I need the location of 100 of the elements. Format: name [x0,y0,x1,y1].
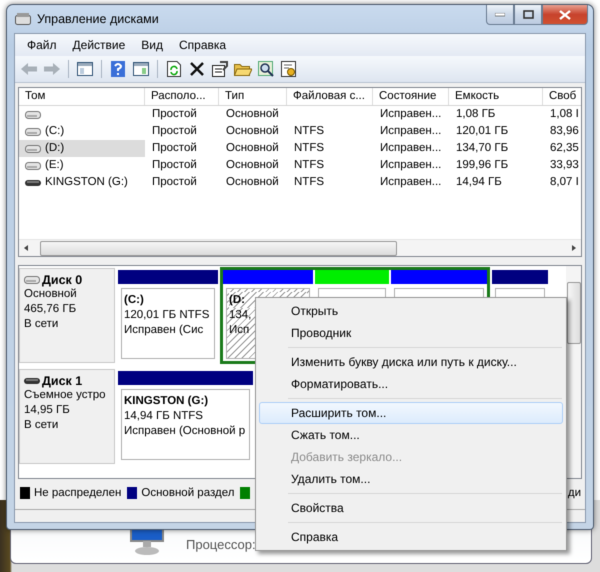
drive-icon [24,275,40,285]
processor-label: Процессор: [186,537,256,552]
table-cell-text: 14,94 ГБ [455,175,503,190]
table-cell-text: Простой [151,124,198,139]
table-cell-text: Простой [151,175,198,190]
legend-label: Основной раздел [141,487,234,499]
table-cell-text: Исправен... [379,124,442,139]
drive-icon [25,160,41,170]
menu-item[interactable]: Файл [19,38,65,52]
disk-info-panel[interactable]: Диск 0 Основной 465,76 ГБ В сети [19,268,115,363]
column-header[interactable]: Емкость [449,88,543,105]
folder-icon[interactable] [234,62,252,76]
settings-icon[interactable] [281,61,297,77]
context-menu-item[interactable]: Справка [259,526,563,548]
context-menu-item[interactable]: Проводник [259,322,563,344]
disk-name: Диск 1 [24,374,110,388]
table-cell-text: NTFS [293,141,326,156]
context-menu-item[interactable]: Удалить том... [259,468,563,490]
table-cell-text: (E:) [44,158,65,173]
column-header[interactable]: Состояние [373,88,449,105]
minimize-icon [495,12,505,16]
table-cell-text: NTFS [293,158,326,173]
drive-icon [25,126,41,136]
disk-info: Съемное устро [24,388,107,403]
menu-item[interactable]: Действие [64,38,134,52]
properties-icon[interactable] [212,61,228,77]
delete-icon[interactable] [190,62,204,76]
menu-item[interactable]: Вид [133,38,171,52]
column-header[interactable]: Тип [219,88,287,105]
table-cell-text: Простой [151,107,198,122]
maximize-icon [522,10,534,19]
table-cell-text: 8,07 I [549,175,580,190]
partition-info: 120,01 ГБ NTFS [124,308,210,323]
partition-info: Исправен (Основной р [124,424,246,439]
maximize-button[interactable] [514,5,542,25]
table-cell-text: Основной [225,141,280,156]
table-cell-text: NTFS [293,124,326,139]
close-icon [559,10,571,20]
context-menu-item[interactable]: Сжать том... [259,424,563,446]
menu-item[interactable]: Справка [171,38,234,52]
table-cell-text: Исправен... [379,158,442,173]
context-menu-item[interactable]: Свойства [259,497,563,519]
table-cell-text: 62,35 [549,141,580,156]
column-header[interactable]: Том [19,88,145,105]
table-cell-text: Основной [225,124,280,139]
table-cell-text: NTFS [293,175,326,190]
panel-icon[interactable] [77,62,93,76]
table-cell-text: Исправен... [379,175,442,190]
column-header[interactable]: Своб [543,88,581,105]
table-cell-text: KINGSTON (G:) [44,175,129,190]
minimize-button[interactable] [486,5,514,25]
drive-icon [25,144,41,154]
drive-icon [25,110,41,120]
partition-info: Исправен (Сис [124,323,204,338]
table-cell-text: 33,93 [549,158,580,173]
panel-icon[interactable] [133,62,149,76]
disk-info-panel[interactable]: Диск 1 Съемное устро 14,95 ГБ В сети [19,369,115,464]
partition-box[interactable]: KINGSTON (G:) 14,94 ГБ NTFS Исправен (Основной р [121,389,250,460]
legend-label: Не распределен [34,487,122,499]
table-cell-text: 134,70 ГБ [455,141,510,156]
table-cell-text: 1,08 ГБ [455,107,496,122]
vertical-scrollbar[interactable] [566,266,581,478]
context-menu-item[interactable]: Изменить букву диска или путь к диску... [259,351,563,373]
disk-info: 465,76 ГБ [24,302,78,317]
table-cell-text: Основной [225,158,280,173]
disk-info: В сети [24,317,60,332]
disk-management-icon [15,12,31,26]
disk-info: 14,95 ГБ [24,403,71,418]
disk-info: Основной [24,287,78,302]
table-cell-text: Исправен... [379,107,442,122]
legend-label: ди [568,487,581,499]
help-icon[interactable] [111,61,125,77]
close-button[interactable] [542,5,588,25]
scroll-left-icon[interactable] [22,244,30,252]
context-menu-item[interactable]: Расширить том... [259,402,563,424]
usb-drive-icon [25,178,41,188]
table-cell-text: Простой [151,141,198,156]
window-title: Управление дисками [37,12,160,26]
horizontal-scrollbar[interactable] [19,239,581,256]
table-cell-text: Исправен... [379,141,442,156]
usb-drive-icon [24,376,40,386]
table-cell-text: Основной [225,175,280,190]
search-icon[interactable] [258,61,274,77]
table-cell-text: 1,08 I [549,107,580,122]
column-header[interactable]: Располо... [145,88,219,105]
context-menu-item[interactable]: Форматировать... [259,373,563,395]
table-cell-text: Основной [225,107,280,122]
disk-info: В сети [24,418,60,433]
column-header[interactable]: Файловая с... [287,88,373,105]
disk-name: Диск 0 [24,273,110,287]
table-cell-text: 120,01 ГБ [455,124,510,139]
table-cell-text: (C:) [44,124,66,139]
table-cell-text: (D:) [44,141,66,156]
partition-info: 14,94 ГБ NTFS [124,409,204,424]
table-cell-text: 83,96 [549,124,580,139]
partition-box[interactable]: (C:) 120,01 ГБ NTFS Исправен (Сис [121,288,215,359]
refresh-icon[interactable] [167,61,181,77]
table-cell-text: Простой [151,158,198,173]
scroll-right-icon[interactable] [570,244,578,252]
table-cell-text: 199,96 ГБ [455,158,510,173]
